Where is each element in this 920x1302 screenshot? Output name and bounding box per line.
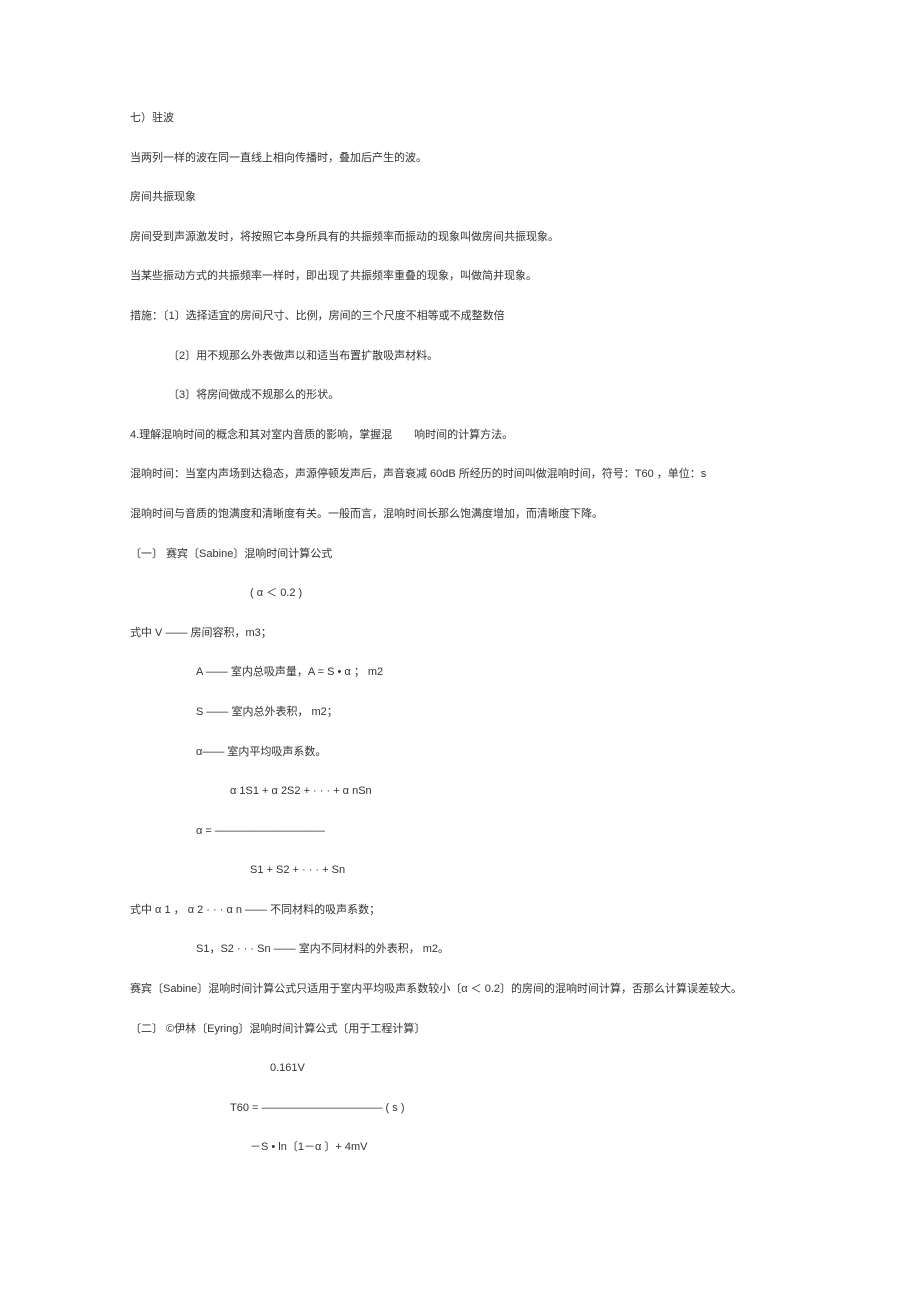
text-measure-1: 措施：〔1〕选择适宜的房间尺寸、比例，房间的三个尺度不相等或不成整数倍 (130, 308, 790, 326)
text-rt-quality: 混响时间与音质的饱满度和清晰度有关。一般而言，混响时间长那么饱满度增加，而清晰度… (130, 506, 790, 524)
var-alpha-i: 式中 α 1 ， α 2 · · · α n —— 不同材料的吸声系数； (130, 902, 790, 920)
text-sabine-limit: 赛宾〔Sabine〕混响时间计算公式只适用于室内平均吸声系数较小〔α ＜ 0.2… (130, 981, 790, 999)
formula-alpha-avg: α 1S1 + α 2S2 + · · · + α nSn α = ——————… (130, 783, 790, 880)
formula-fraction-line: α = —————————— (130, 823, 790, 841)
text-degeneracy: 当某些振动方式的共振频率一样时，即出现了共振频率重叠的现象，叫做简并现象。 (130, 268, 790, 286)
heading-standing-wave: 七）驻波 (130, 110, 790, 128)
var-s-i: S1，S2 · · · Sn —— 室内不同材料的外表积， m2。 (130, 941, 790, 959)
formula-alpha-cond: ( α ＜ 0.2 ) (130, 585, 790, 603)
var-alpha: α—— 室内平均吸声系数。 (130, 744, 790, 762)
heading-section-4: 4.理解混响时间的概念和其对室内音质的影响，掌握混 响时间的计算方法。 (130, 427, 790, 445)
var-s: S —— 室内总外表积， m2； (130, 704, 790, 722)
formula-numerator: α 1S1 + α 2S2 + · · · + α nSn (130, 783, 790, 801)
text-room-resonance-def: 房间受到声源激发时，将按照它本身所具有的共振频率而振动的现象叫做房间共振现象。 (130, 229, 790, 247)
formula-eyring: 0.161V T60 = ——————————— ( s ) －S • ln〔1… (130, 1060, 790, 1157)
text-measure-2: 〔2〕用不规那么外表做声以和适当布置扩散吸声材料。 (130, 348, 790, 366)
text-measure-3: 〔3〕将房间做成不规那么的形状。 (130, 387, 790, 405)
formula-eyring-denominator: －S • ln〔1－α 〕+ 4mV (130, 1139, 790, 1157)
formula-eyring-line: T60 = ——————————— ( s ) (130, 1100, 790, 1118)
text-rt-def: 混响时间：当室内声场到达稳态，声源停顿发声后，声音衰减 60dB 所经历的时间叫… (130, 466, 790, 484)
var-a: A —— 室内总吸声量，A = S • α ； m2 (130, 664, 790, 682)
document-page: 七）驻波 当两列一样的波在同一直线上相向传播时，叠加后产生的波。 房间共振现象 … (0, 0, 920, 1302)
formula-eyring-numerator: 0.161V (130, 1060, 790, 1078)
formula-denominator: S1 + S2 + · · · + Sn (130, 862, 790, 880)
var-v: 式中 V —— 房间容积，m3； (130, 625, 790, 643)
text-standing-wave-def: 当两列一样的波在同一直线上相向传播时，叠加后产生的波。 (130, 150, 790, 168)
heading-sabine: 〔一〕 赛宾〔Sabine〕混响时间计算公式 (130, 546, 790, 564)
heading-room-resonance: 房间共振现象 (130, 189, 790, 207)
heading-eyring: 〔二〕 ©伊林〔Eyring〕混响时间计算公式〔用于工程计算〕 (130, 1021, 790, 1039)
